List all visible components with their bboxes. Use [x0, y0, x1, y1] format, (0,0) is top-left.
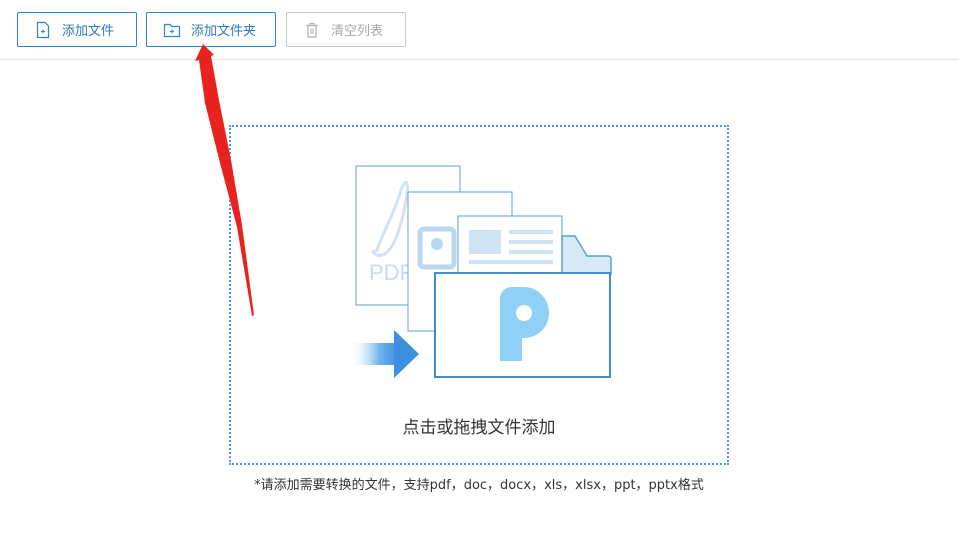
annotation-arrow: [190, 40, 270, 325]
folder-add-icon: [163, 21, 181, 39]
add-folder-label: 添加文件夹: [191, 24, 257, 39]
clear-list-label: 清空列表: [331, 24, 384, 39]
drop-zone-label: 点击或拖拽文件添加: [402, 418, 556, 438]
pdf-watermark-text: PDF: [369, 260, 413, 285]
add-file-button[interactable]: 添加文件: [17, 12, 137, 47]
file-add-icon: [34, 21, 52, 39]
toolbar: 添加文件 添加文件夹 清空列表: [0, 0, 959, 60]
file-import-illustration: PDF: [349, 162, 615, 382]
clear-list-button[interactable]: 清空列表: [286, 12, 406, 47]
supported-formats-hint: *请添加需要转换的文件，支持pdf，doc，docx，xls，xlsx，ppt，…: [254, 478, 704, 493]
trash-icon: [303, 21, 321, 39]
add-file-label: 添加文件: [62, 24, 115, 39]
